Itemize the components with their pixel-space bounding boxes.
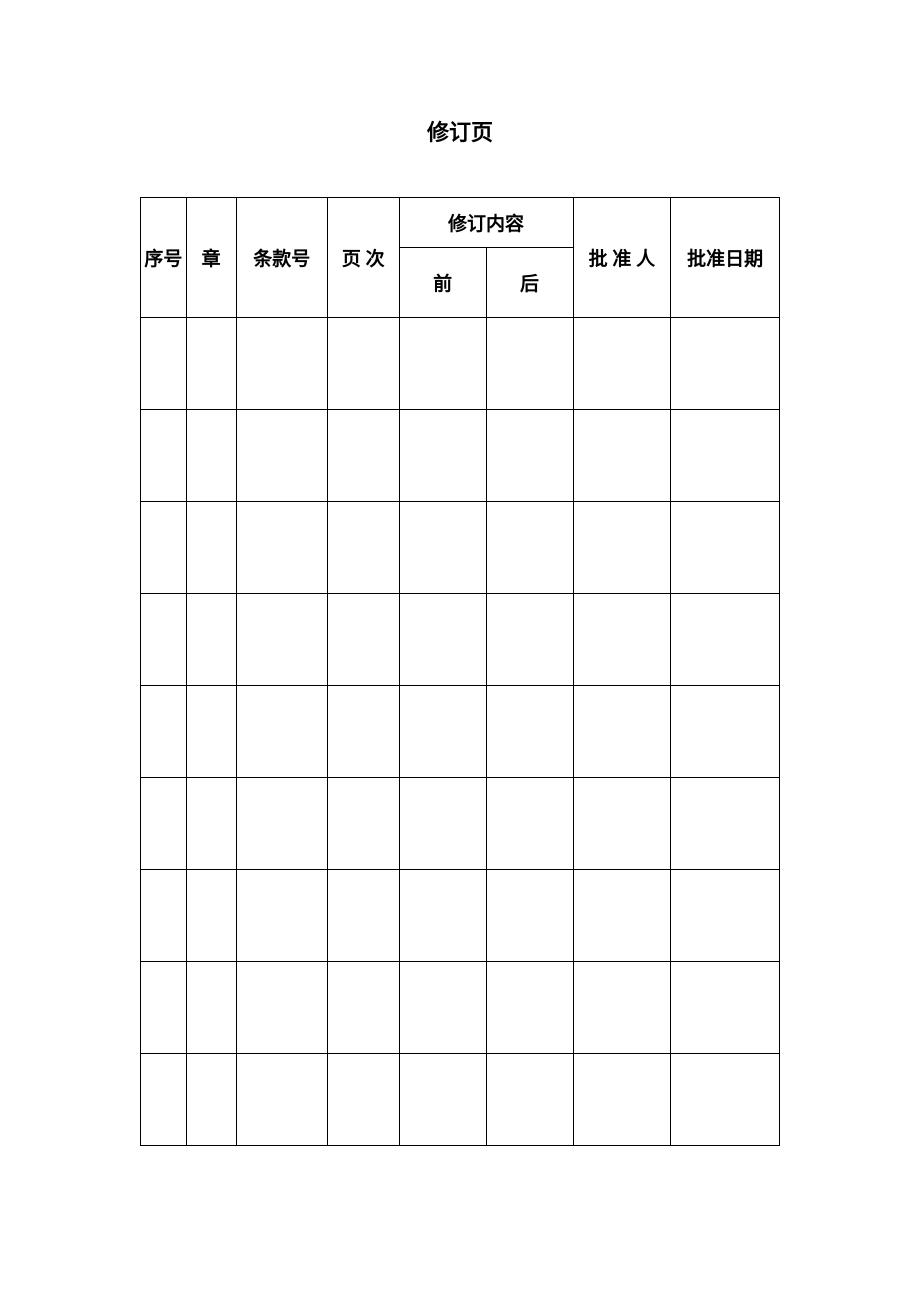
table-row bbox=[141, 502, 780, 594]
header-seq: 序号 bbox=[141, 198, 187, 318]
cell-chapter bbox=[186, 778, 236, 870]
cell-after bbox=[486, 1054, 573, 1146]
table-row bbox=[141, 594, 780, 686]
cell-after bbox=[486, 962, 573, 1054]
header-revision-content: 修订内容 bbox=[399, 198, 573, 248]
cell-page bbox=[327, 594, 399, 686]
table-row bbox=[141, 962, 780, 1054]
cell-clause bbox=[236, 318, 327, 410]
revision-table-container: 序号 章 条款号 页 次 修订内容 批 准 人 批准日期 前 后 bbox=[140, 197, 780, 1146]
cell-seq bbox=[141, 410, 187, 502]
cell-chapter bbox=[186, 502, 236, 594]
cell-approver bbox=[573, 778, 671, 870]
cell-chapter bbox=[186, 962, 236, 1054]
cell-approver bbox=[573, 1054, 671, 1146]
table-row bbox=[141, 870, 780, 962]
header-approver: 批 准 人 bbox=[573, 198, 671, 318]
cell-chapter bbox=[186, 410, 236, 502]
cell-seq bbox=[141, 502, 187, 594]
cell-after bbox=[486, 502, 573, 594]
cell-page bbox=[327, 686, 399, 778]
cell-clause bbox=[236, 1054, 327, 1146]
table-row bbox=[141, 778, 780, 870]
cell-page bbox=[327, 1054, 399, 1146]
cell-approver bbox=[573, 686, 671, 778]
page-title: 修订页 bbox=[0, 115, 920, 147]
cell-seq bbox=[141, 686, 187, 778]
cell-seq bbox=[141, 962, 187, 1054]
cell-chapter bbox=[186, 686, 236, 778]
revision-table: 序号 章 条款号 页 次 修订内容 批 准 人 批准日期 前 后 bbox=[140, 197, 780, 1146]
cell-date bbox=[671, 502, 780, 594]
table-row bbox=[141, 1054, 780, 1146]
cell-chapter bbox=[186, 870, 236, 962]
cell-date bbox=[671, 870, 780, 962]
cell-date bbox=[671, 778, 780, 870]
cell-seq bbox=[141, 594, 187, 686]
table-row bbox=[141, 318, 780, 410]
cell-before bbox=[399, 594, 486, 686]
cell-seq bbox=[141, 318, 187, 410]
cell-before bbox=[399, 778, 486, 870]
header-chapter: 章 bbox=[186, 198, 236, 318]
cell-approver bbox=[573, 594, 671, 686]
cell-seq bbox=[141, 778, 187, 870]
cell-before bbox=[399, 686, 486, 778]
cell-date bbox=[671, 1054, 780, 1146]
cell-page bbox=[327, 502, 399, 594]
cell-page bbox=[327, 962, 399, 1054]
cell-before bbox=[399, 1054, 486, 1146]
cell-approver bbox=[573, 870, 671, 962]
table-row bbox=[141, 686, 780, 778]
cell-page bbox=[327, 870, 399, 962]
cell-date bbox=[671, 962, 780, 1054]
header-page: 页 次 bbox=[327, 198, 399, 318]
cell-clause bbox=[236, 962, 327, 1054]
cell-before bbox=[399, 410, 486, 502]
cell-approver bbox=[573, 962, 671, 1054]
cell-before bbox=[399, 870, 486, 962]
header-approval-date: 批准日期 bbox=[671, 198, 780, 318]
cell-seq bbox=[141, 1054, 187, 1146]
cell-clause bbox=[236, 594, 327, 686]
cell-chapter bbox=[186, 594, 236, 686]
cell-after bbox=[486, 318, 573, 410]
cell-chapter bbox=[186, 318, 236, 410]
cell-date bbox=[671, 594, 780, 686]
cell-seq bbox=[141, 870, 187, 962]
cell-clause bbox=[236, 686, 327, 778]
cell-after bbox=[486, 778, 573, 870]
cell-clause bbox=[236, 870, 327, 962]
cell-after bbox=[486, 594, 573, 686]
cell-clause bbox=[236, 410, 327, 502]
header-after: 后 bbox=[486, 248, 573, 318]
cell-clause bbox=[236, 502, 327, 594]
cell-before bbox=[399, 962, 486, 1054]
cell-chapter bbox=[186, 1054, 236, 1146]
cell-approver bbox=[573, 502, 671, 594]
header-clause: 条款号 bbox=[236, 198, 327, 318]
cell-date bbox=[671, 686, 780, 778]
cell-clause bbox=[236, 778, 327, 870]
cell-before bbox=[399, 502, 486, 594]
cell-approver bbox=[573, 410, 671, 502]
cell-after bbox=[486, 410, 573, 502]
cell-page bbox=[327, 318, 399, 410]
cell-approver bbox=[573, 318, 671, 410]
table-row bbox=[141, 410, 780, 502]
cell-after bbox=[486, 686, 573, 778]
cell-page bbox=[327, 778, 399, 870]
cell-after bbox=[486, 870, 573, 962]
cell-date bbox=[671, 318, 780, 410]
cell-page bbox=[327, 410, 399, 502]
table-body bbox=[141, 318, 780, 1146]
cell-before bbox=[399, 318, 486, 410]
cell-date bbox=[671, 410, 780, 502]
header-before: 前 bbox=[399, 248, 486, 318]
